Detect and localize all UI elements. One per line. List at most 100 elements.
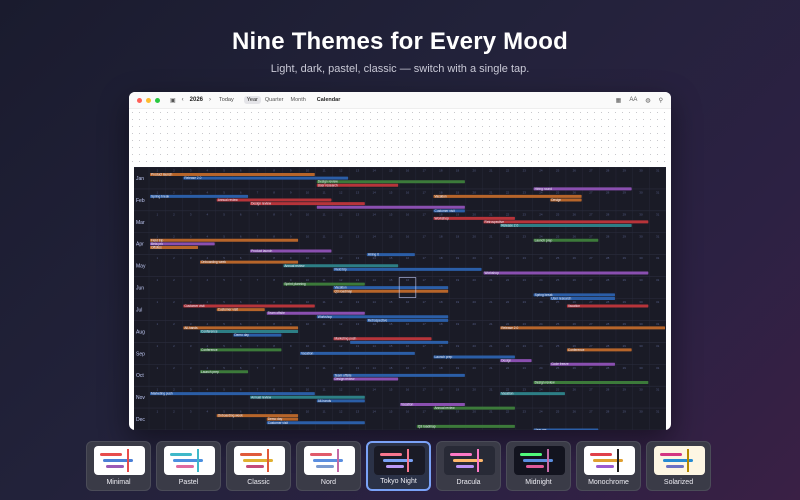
day-number: 21 <box>489 300 493 304</box>
day-number: 26 <box>573 212 577 216</box>
theme-label: Classic <box>247 479 270 486</box>
event-label: Product launch <box>251 249 272 253</box>
event-label: Annual review <box>435 406 456 410</box>
day-number: 18 <box>439 169 443 173</box>
zoom-window-button[interactable] <box>155 97 160 103</box>
sidebar-toggle-icon[interactable]: ▣ <box>170 97 176 104</box>
day-number: 16 <box>406 190 410 194</box>
event-bar <box>300 351 415 355</box>
day-number: 11 <box>323 300 326 304</box>
event-label: Vacation <box>301 351 313 355</box>
theme-preview <box>654 446 705 475</box>
view-year-button[interactable]: Year <box>243 96 261 104</box>
day-number: 22 <box>506 300 510 304</box>
day-number: 27 <box>589 212 593 216</box>
event-label: Team offsite <box>268 311 285 315</box>
day-number: 13 <box>356 388 360 392</box>
day-number: 23 <box>523 169 527 173</box>
event-label: Vacation <box>501 392 513 396</box>
day-number: 21 <box>489 278 493 282</box>
day-number: 16 <box>406 278 410 282</box>
theme-card-midnight[interactable]: Midnight <box>506 441 571 491</box>
event-label: Onboarding week <box>201 260 226 264</box>
day-number: 26 <box>573 190 577 194</box>
day-number: 20 <box>473 410 477 414</box>
theme-card-classic[interactable]: Classic <box>226 441 291 491</box>
day-number: 27 <box>589 410 593 414</box>
day-number: 27 <box>589 278 593 282</box>
chevron-right-icon[interactable]: › <box>209 97 211 103</box>
event-bar <box>483 271 649 275</box>
day-number: 24 <box>539 278 543 282</box>
day-number: 30 <box>639 256 643 260</box>
day-number: 11 <box>323 388 326 392</box>
pin-icon[interactable]: ⚲ <box>659 97 663 104</box>
day-number: 11 <box>323 234 326 238</box>
theme-card-solarized[interactable]: Solarized <box>646 441 711 491</box>
theme-card-tokyo-night[interactable]: Tokyo Night <box>366 441 431 491</box>
day-number: 16 <box>406 366 410 370</box>
event-bar <box>333 267 482 271</box>
day-number: 21 <box>489 256 493 260</box>
event-label: Release 2.0 <box>501 224 518 228</box>
day-number: 30 <box>639 212 643 216</box>
theme-palette-icon[interactable]: ◍ <box>645 97 650 104</box>
theme-preview-bar <box>106 465 124 468</box>
event-label: Code freeze <box>551 362 569 366</box>
event-label: Annual review <box>284 264 305 268</box>
day-number: 19 <box>456 256 460 260</box>
view-month-button[interactable]: Month <box>288 96 309 104</box>
day-number: 31 <box>656 234 660 238</box>
day-number: 17 <box>423 169 427 173</box>
day-number: 29 <box>623 234 627 238</box>
theme-card-minimal[interactable]: Minimal <box>86 441 151 491</box>
event-label: All-hands <box>318 399 332 403</box>
theme-card-dracula[interactable]: Dracula <box>436 441 501 491</box>
day-number: 25 <box>556 300 560 304</box>
toolbar-actions: ▦ AA ◍ ⚲ <box>616 97 663 104</box>
day-number: 11 <box>323 322 326 326</box>
text-size-icon[interactable]: AA <box>629 97 637 104</box>
day-number: 30 <box>639 169 643 173</box>
theme-preview-today-line <box>127 449 129 472</box>
day-number: 27 <box>589 169 593 173</box>
day-number: 27 <box>589 388 593 392</box>
view-quarter-button[interactable]: Quarter <box>262 96 287 104</box>
day-number: 12 <box>339 344 343 348</box>
chevron-left-icon[interactable]: ‹ <box>182 97 184 103</box>
theme-preview-bar <box>240 453 262 456</box>
theme-card-monochrome[interactable]: Monochrome <box>576 441 641 491</box>
minimize-window-button[interactable] <box>146 97 151 103</box>
day-number: 17 <box>423 234 427 238</box>
day-number: 17 <box>423 388 427 392</box>
event-label: Customer visit <box>435 209 455 213</box>
month-label-may: May <box>136 264 146 270</box>
day-number: 20 <box>473 256 477 260</box>
day-number: 28 <box>606 234 610 238</box>
event-bar <box>350 340 449 344</box>
day-number: 10 <box>306 388 310 392</box>
event-label: Q3 roadmap <box>418 424 436 428</box>
calendar-icon[interactable]: ▦ <box>616 97 622 104</box>
close-window-button[interactable] <box>137 97 142 103</box>
today-button[interactable]: Today <box>219 97 234 103</box>
event-label: Offsites <box>151 245 162 249</box>
day-number: 29 <box>623 388 627 392</box>
event-label: Workshop <box>435 216 450 220</box>
theme-card-nord[interactable]: Nord <box>296 441 361 491</box>
day-number: 11 <box>323 190 326 194</box>
day-number: 11 <box>323 366 326 370</box>
day-number: 22 <box>506 256 510 260</box>
day-number: 19 <box>456 190 460 194</box>
theme-preview-bar <box>660 453 682 456</box>
theme-picker: Minimal Pastel Classic Nord Tokyo Night Dracu… <box>86 441 711 491</box>
day-number: 28 <box>606 212 610 216</box>
day-number: 12 <box>339 300 343 304</box>
theme-preview-bar <box>596 465 614 468</box>
theme-preview-bar <box>380 453 402 456</box>
theme-card-pastel[interactable]: Pastel <box>156 441 221 491</box>
day-number: 10 <box>306 212 310 216</box>
day-number: 13 <box>356 300 360 304</box>
day-number: 13 <box>356 278 360 282</box>
day-number: 19 <box>456 344 460 348</box>
